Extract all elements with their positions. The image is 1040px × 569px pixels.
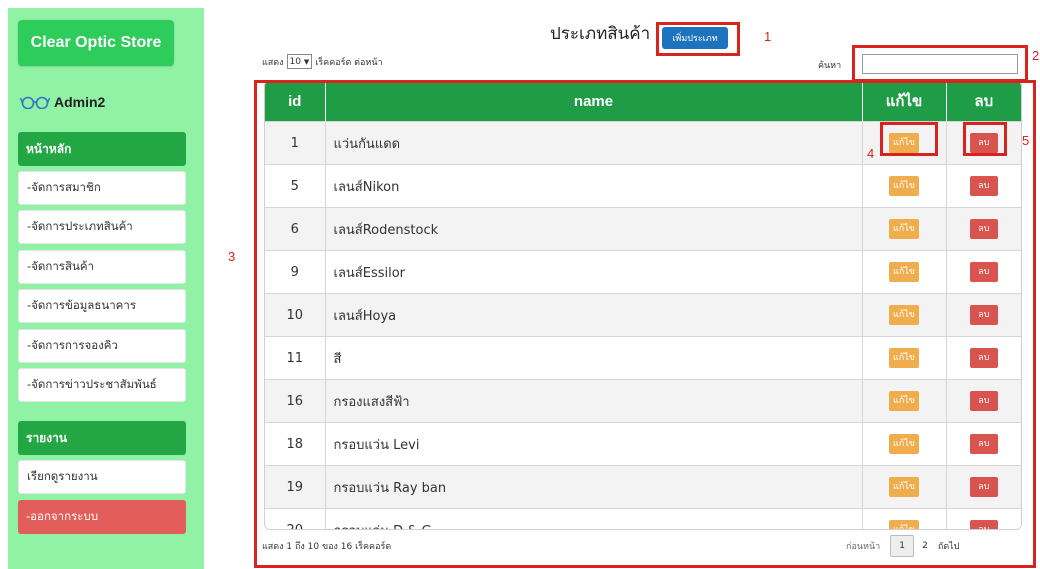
store-name-button[interactable]: Clear Optic Store [18,20,174,66]
sidebar: Clear Optic Store Admin2 หน้าหลัก -จัดกา… [8,8,204,569]
show-label: แสดง [262,57,284,68]
sidebar-item-bank[interactable]: -จัดการข้อมูลธนาคาร [18,289,186,323]
annotation-box-4 [880,122,938,156]
table-info: แสดง 1 ถึง 10 ของ 16 เร็คคอร์ด [262,542,392,552]
sidebar-item-members[interactable]: -จัดการสมาชิก [18,171,186,205]
logout-button[interactable]: -ออกจากระบบ [18,500,186,534]
pagination-prev[interactable]: ก่อนหน้า [846,539,880,553]
page-size-value: 10 [289,56,301,67]
pagination-page-1[interactable]: 1 [890,535,915,557]
menu-heading-main[interactable]: หน้าหลัก [18,132,186,166]
search-label: ค้นหา [818,61,842,71]
glasses-icon [20,96,50,109]
page-size-control: แสดง 10 ▼ เร็คคอร์ด ต่อหน้า [262,54,383,69]
annotation-box-5 [963,122,1007,156]
sidebar-item-categories[interactable]: -จัดการประเภทสินค้า [18,210,186,244]
annotation-label-2: 2 [1032,48,1040,63]
pagination-page-2[interactable]: 2 [922,541,928,551]
records-per-page-label: เร็คคอร์ด ต่อหน้า [315,57,383,68]
page-title: ประเภทสินค้า [550,24,651,44]
annotation-label-1: 1 [764,29,772,44]
menu-heading-report[interactable]: รายงาน [18,421,186,455]
admin-name: Admin2 [54,94,106,110]
annotation-box-1 [656,22,740,56]
annotation-box-2 [852,45,1028,82]
annotation-label-3: 3 [228,249,236,264]
page-size-select[interactable]: 10 ▼ [286,54,313,69]
annotation-label-4: 4 [867,146,875,161]
sidebar-item-news[interactable]: -จัดการข่าวประชาสัมพันธ์ [18,368,186,402]
annotation-label-5: 5 [1022,133,1030,148]
sidebar-item-report[interactable]: เรียกดูรายงาน [18,460,186,494]
sidebar-item-queue[interactable]: -จัดการการจองคิว [18,329,186,363]
chevron-down-icon: ▼ [303,57,310,66]
admin-profile: Admin2 [20,92,105,112]
sidebar-item-products[interactable]: -จัดการสินค้า [18,250,186,284]
pagination: ก่อนหน้า 1 2 ถัดไป [846,535,959,557]
pagination-next[interactable]: ถัดไป [938,539,960,553]
